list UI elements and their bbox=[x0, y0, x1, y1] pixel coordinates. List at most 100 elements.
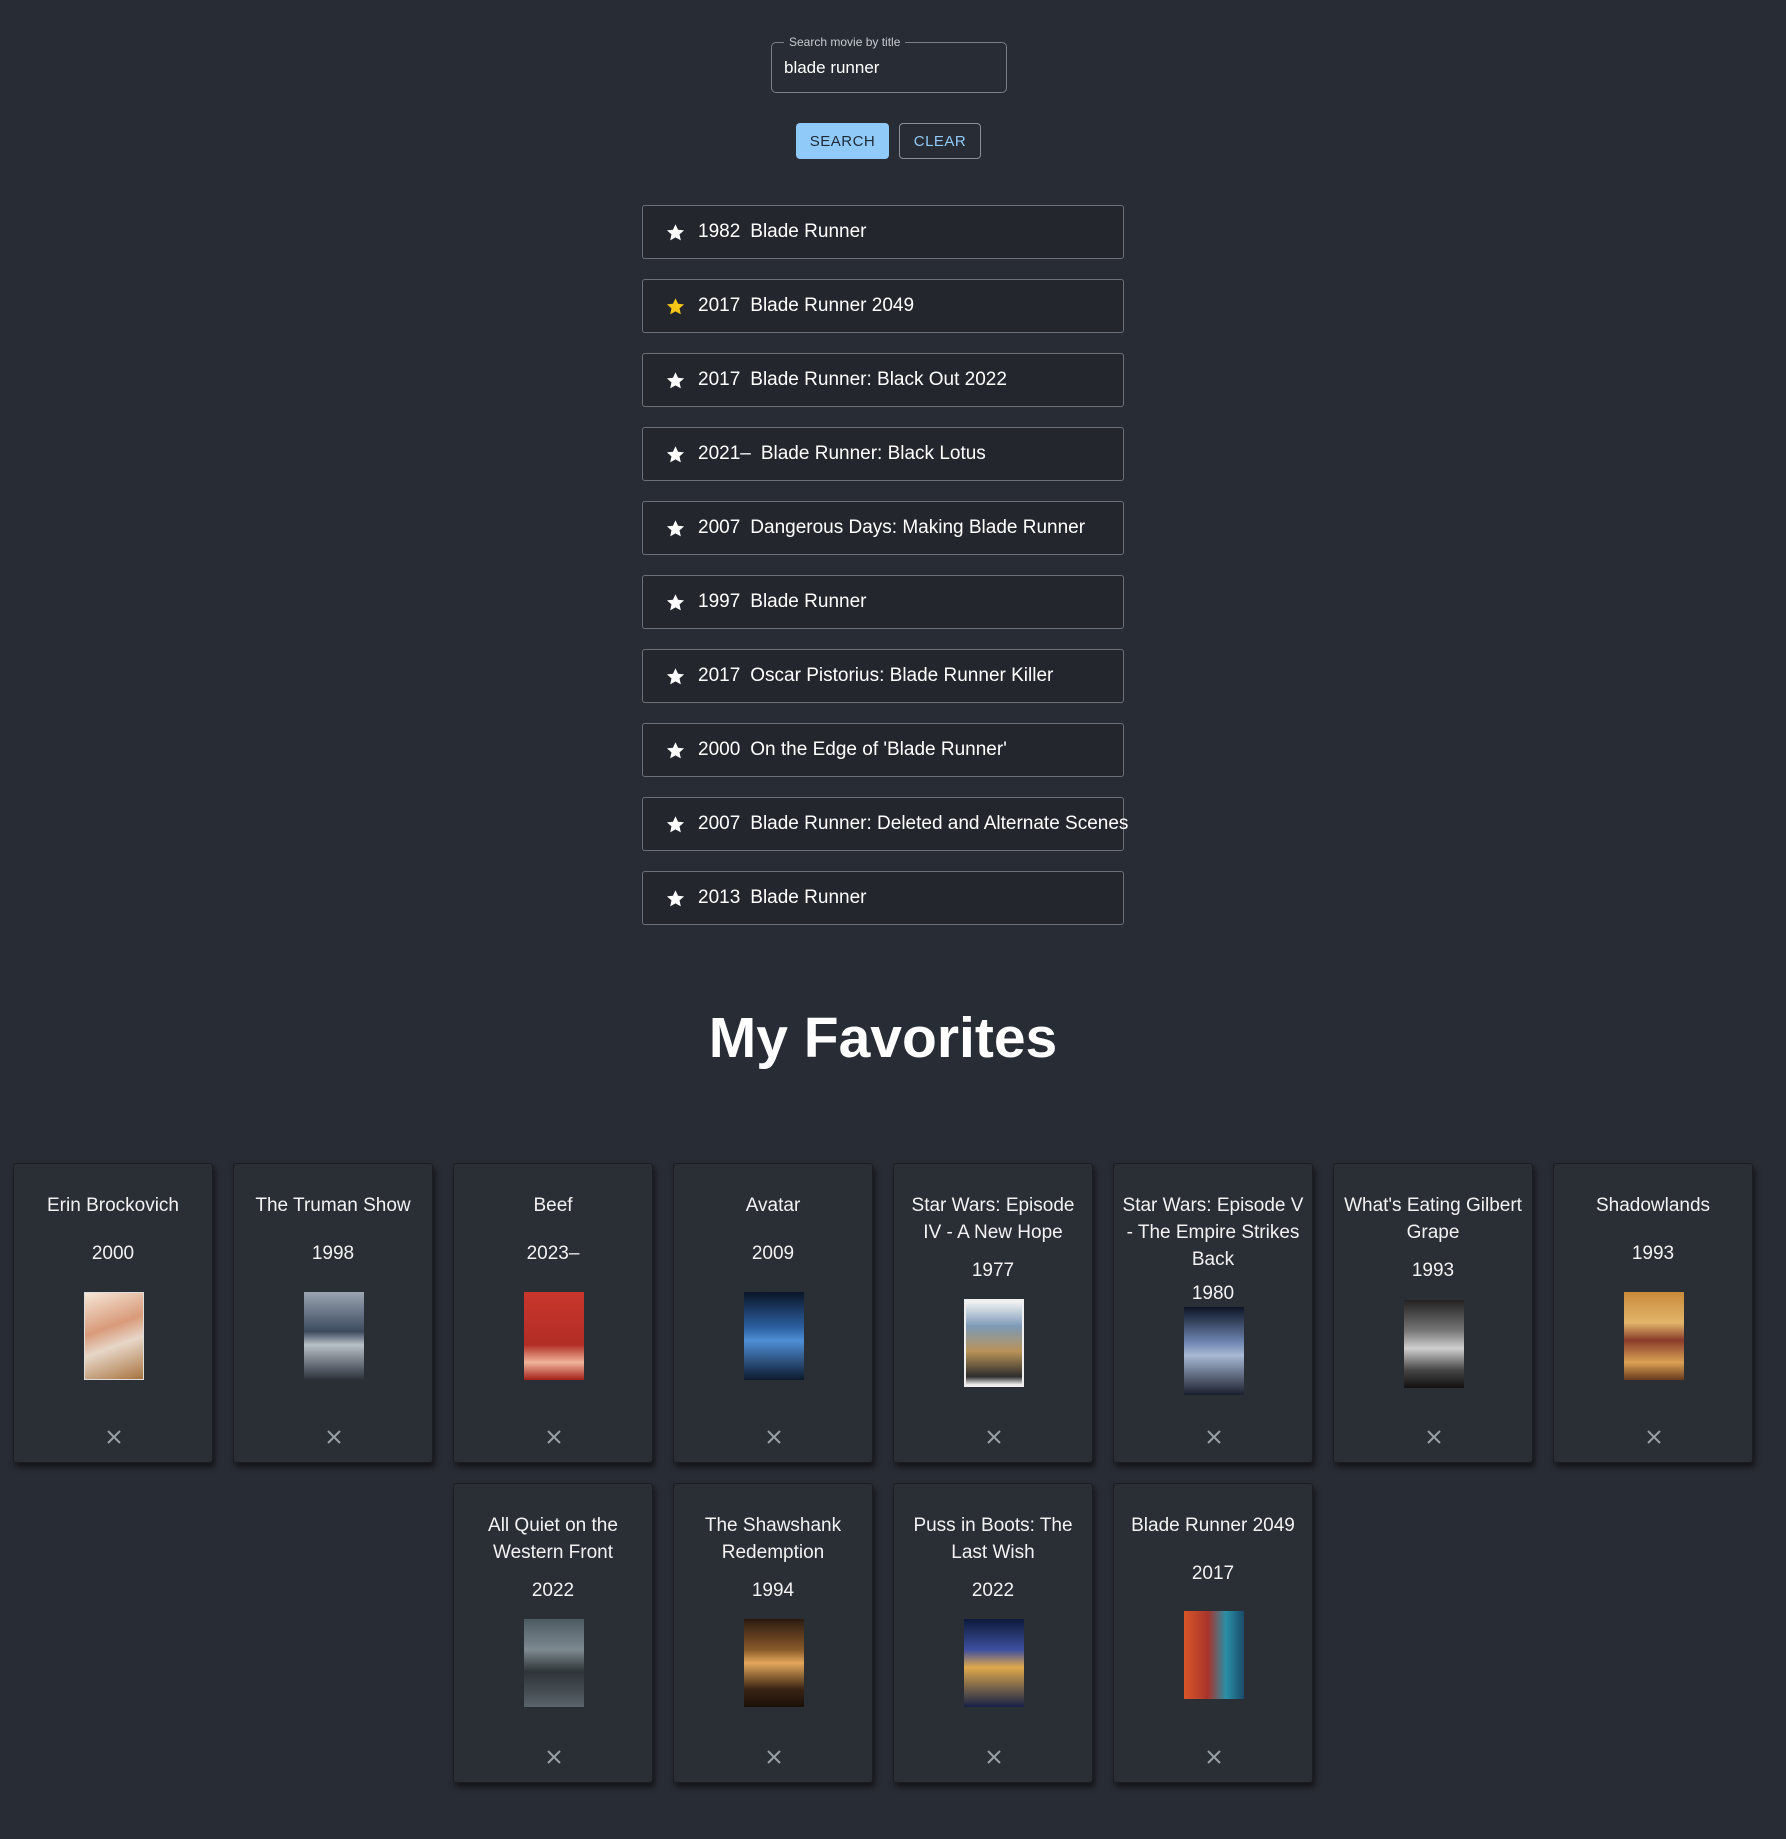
result-year: 2017 bbox=[698, 665, 741, 686]
star-icon[interactable] bbox=[665, 888, 686, 909]
card-title: Star Wars: Episode V - The Empire Strike… bbox=[1122, 1195, 1304, 1270]
favorite-card: Erin Brockovich 2000 bbox=[13, 1163, 213, 1463]
search-result-item[interactable]: 2007 Dangerous Days: Making Blade Runner bbox=[642, 501, 1124, 555]
result-title: Blade Runner 2049 bbox=[750, 295, 915, 316]
close-icon[interactable] bbox=[544, 1747, 564, 1767]
favorite-card: Beef 2023– bbox=[453, 1163, 653, 1463]
star-icon[interactable] bbox=[665, 666, 686, 687]
search-result-item[interactable]: 2017 Oscar Pistorius: Blade Runner Kille… bbox=[642, 649, 1124, 703]
close-icon[interactable] bbox=[104, 1427, 124, 1447]
result-year: 2017 bbox=[698, 369, 741, 390]
card-year: 2009 bbox=[751, 1243, 795, 1264]
result-year: 2021– bbox=[698, 443, 751, 464]
card-year: 2000 bbox=[91, 1243, 135, 1264]
card-year: 2022 bbox=[531, 1580, 575, 1601]
result-year: 2013 bbox=[698, 887, 741, 908]
favorite-card: Avatar 2009 bbox=[673, 1163, 873, 1463]
movie-poster bbox=[524, 1619, 584, 1707]
result-year: 2000 bbox=[698, 739, 741, 760]
star-icon[interactable] bbox=[665, 518, 686, 539]
movie-poster bbox=[1624, 1292, 1684, 1380]
result-title: Blade Runner bbox=[750, 221, 867, 242]
result-year: 1997 bbox=[698, 591, 741, 612]
movie-poster bbox=[1184, 1307, 1244, 1395]
search-actions: SEARCH CLEAR bbox=[796, 123, 981, 159]
card-year: 1980 bbox=[1191, 1283, 1235, 1304]
favorite-card: Shadowlands 1993 bbox=[1553, 1163, 1753, 1463]
search-field-label: Search movie by title bbox=[789, 35, 901, 49]
movie-poster bbox=[744, 1619, 804, 1707]
close-icon[interactable] bbox=[984, 1427, 1004, 1447]
search-result-item[interactable]: 2007 Blade Runner: Deleted and Alternate… bbox=[642, 797, 1128, 851]
card-title: Beef bbox=[533, 1195, 573, 1216]
favorite-card: The Shawshank Redemption 1994 bbox=[673, 1483, 873, 1783]
card-year: 1977 bbox=[971, 1260, 1015, 1281]
movie-poster bbox=[84, 1292, 144, 1380]
star-icon[interactable] bbox=[665, 222, 686, 243]
result-title: Blade Runner: Deleted and Alternate Scen… bbox=[750, 813, 1129, 834]
star-icon[interactable] bbox=[665, 592, 686, 613]
star-icon[interactable] bbox=[665, 444, 686, 465]
card-year: 1993 bbox=[1411, 1260, 1455, 1281]
card-title: Star Wars: Episode IV - A New Hope bbox=[911, 1195, 1075, 1243]
favorites-heading: My Favorites bbox=[708, 1006, 1058, 1070]
close-icon[interactable] bbox=[544, 1427, 564, 1447]
search-button[interactable]: SEARCH bbox=[796, 123, 889, 159]
search-result-item[interactable]: 2000 On the Edge of 'Blade Runner' bbox=[642, 723, 1124, 777]
card-title: The Shawshank Redemption bbox=[704, 1515, 842, 1563]
result-title: Blade Runner bbox=[750, 591, 867, 612]
result-year: 2007 bbox=[698, 813, 741, 834]
card-year: 1998 bbox=[311, 1243, 355, 1264]
close-icon[interactable] bbox=[1204, 1427, 1224, 1447]
search-field: Search movie by title bbox=[771, 36, 1007, 93]
search-result-item[interactable]: 1982 Blade Runner bbox=[642, 205, 1124, 259]
movie-poster bbox=[304, 1292, 364, 1380]
favorite-card: Star Wars: Episode IV - A New Hope 1977 bbox=[893, 1163, 1093, 1463]
card-title: What's Eating Gilbert Grape bbox=[1344, 1195, 1522, 1243]
close-icon[interactable] bbox=[324, 1427, 344, 1447]
search-result-item[interactable]: 2017 Blade Runner 2049 bbox=[642, 279, 1124, 333]
result-year: 2017 bbox=[698, 295, 741, 316]
star-icon[interactable] bbox=[665, 370, 686, 391]
card-year: 2023– bbox=[526, 1243, 580, 1264]
close-icon[interactable] bbox=[1424, 1427, 1444, 1447]
clear-button[interactable]: CLEAR bbox=[899, 123, 981, 159]
search-result-item[interactable]: 1997 Blade Runner bbox=[642, 575, 1124, 629]
search-result-item[interactable]: 2021– Blade Runner: Black Lotus bbox=[642, 427, 1124, 481]
movie-poster bbox=[964, 1619, 1024, 1707]
result-year: 2007 bbox=[698, 517, 741, 538]
card-title: All Quiet on the Western Front bbox=[488, 1515, 618, 1563]
favorite-card: The Truman Show 1998 bbox=[233, 1163, 433, 1463]
movie-poster bbox=[964, 1299, 1024, 1387]
card-year: 1994 bbox=[751, 1580, 795, 1601]
favorite-card: What's Eating Gilbert Grape 1993 bbox=[1333, 1163, 1533, 1463]
star-filled-icon[interactable] bbox=[665, 296, 686, 317]
search-input[interactable] bbox=[784, 53, 989, 83]
search-result-item[interactable]: 2017 Blade Runner: Black Out 2022 bbox=[642, 353, 1124, 407]
star-icon[interactable] bbox=[665, 740, 686, 761]
close-icon[interactable] bbox=[1204, 1747, 1224, 1767]
movie-poster bbox=[1404, 1300, 1464, 1388]
card-title: Puss in Boots: The Last Wish bbox=[913, 1515, 1073, 1563]
card-year: 1993 bbox=[1631, 1243, 1675, 1264]
search-result-item[interactable]: 2013 Blade Runner bbox=[642, 871, 1124, 925]
favorite-card: Blade Runner 2049 2017 bbox=[1113, 1483, 1313, 1783]
result-title: Blade Runner: Black Lotus bbox=[760, 443, 986, 464]
movie-poster bbox=[744, 1292, 804, 1380]
close-icon[interactable] bbox=[984, 1747, 1004, 1767]
card-title: Shadowlands bbox=[1595, 1195, 1711, 1216]
card-title: Avatar bbox=[745, 1195, 801, 1216]
favorite-card: Star Wars: Episode V - The Empire Strike… bbox=[1113, 1163, 1313, 1463]
favorite-card: All Quiet on the Western Front 2022 bbox=[453, 1483, 653, 1783]
result-title: Oscar Pistorius: Blade Runner Killer bbox=[750, 665, 1054, 686]
card-title: Erin Brockovich bbox=[47, 1195, 179, 1216]
result-title: Blade Runner: Black Out 2022 bbox=[750, 369, 1007, 390]
result-title: Dangerous Days: Making Blade Runner bbox=[750, 517, 1086, 538]
close-icon[interactable] bbox=[764, 1427, 784, 1447]
movie-poster bbox=[1184, 1611, 1244, 1699]
card-title: The Truman Show bbox=[255, 1195, 411, 1216]
close-icon[interactable] bbox=[764, 1747, 784, 1767]
star-icon[interactable] bbox=[665, 814, 686, 835]
close-icon[interactable] bbox=[1644, 1427, 1664, 1447]
favorite-card: Puss in Boots: The Last Wish 2022 bbox=[893, 1483, 1093, 1783]
